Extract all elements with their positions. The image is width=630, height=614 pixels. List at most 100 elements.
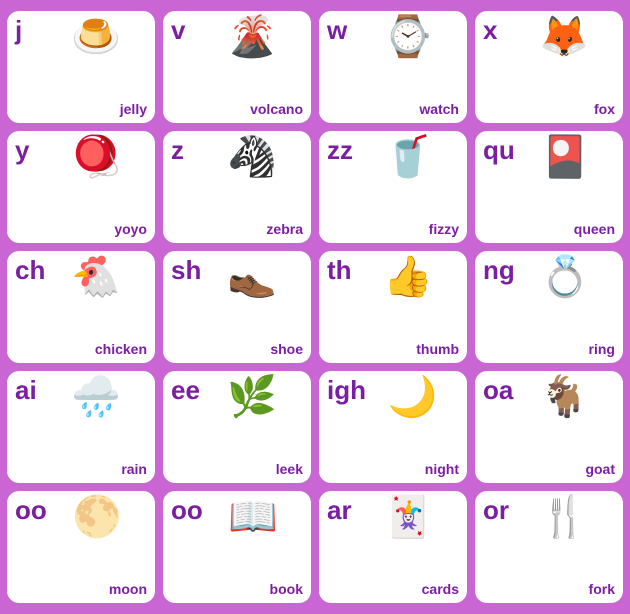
card-image: 🐔 <box>45 257 147 297</box>
card-letter: oa <box>483 377 513 403</box>
card-image: 🪀 <box>45 137 147 177</box>
card-qu: qu 🎴 queen <box>475 131 623 243</box>
card-ng: ng 💍 ring <box>475 251 623 363</box>
card-image: 🍮 <box>45 17 147 57</box>
card-letter: ch <box>15 257 45 283</box>
card-image: 👞 <box>201 257 303 297</box>
card-image: 🥤 <box>357 137 459 177</box>
card-letter: sh <box>171 257 201 283</box>
card-image: 🌿 <box>201 377 303 417</box>
card-top: th 👍 <box>327 257 459 341</box>
card-letter: x <box>483 17 513 43</box>
card-letter: ee <box>171 377 201 403</box>
card-image: 🦊 <box>513 17 615 57</box>
card-letter: y <box>15 137 45 163</box>
card-ai: ai 🌧️ rain <box>7 371 155 483</box>
card-letter: ai <box>15 377 45 403</box>
card-y: y 🪀 yoyo <box>7 131 155 243</box>
card-oa: oa 🐐 goat <box>475 371 623 483</box>
card-letter: v <box>171 17 201 43</box>
card-ch: ch 🐔 chicken <box>7 251 155 363</box>
card-letter: or <box>483 497 513 523</box>
card-top: or 🍴 <box>483 497 615 581</box>
card-top: x 🦊 <box>483 17 615 101</box>
card-letter: j <box>15 17 45 43</box>
card-word: shoe <box>270 341 303 359</box>
card-oo1: oo 🌕 moon <box>7 491 155 603</box>
card-top: ch 🐔 <box>15 257 147 341</box>
card-top: igh 🌙 <box>327 377 459 461</box>
card-word: goat <box>585 461 615 479</box>
card-w: w ⌚ watch <box>319 11 467 123</box>
card-v: v 🌋 volcano <box>163 11 311 123</box>
card-word: queen <box>574 221 615 239</box>
card-top: ar 🃏 <box>327 497 459 581</box>
phonics-grid: j 🍮 jelly v 🌋 volcano w ⌚ watch x 🦊 fox <box>0 3 630 611</box>
card-letter: oo <box>15 497 47 523</box>
card-top: qu 🎴 <box>483 137 615 221</box>
card-x: x 🦊 fox <box>475 11 623 123</box>
card-image: 🃏 <box>357 497 459 537</box>
card-image: 👍 <box>357 257 459 297</box>
card-letter: zz <box>327 137 357 163</box>
card-word: ring <box>589 341 615 359</box>
card-word: leek <box>276 461 303 479</box>
card-image: 🌙 <box>366 377 459 417</box>
card-letter: z <box>171 137 201 163</box>
card-top: y 🪀 <box>15 137 147 221</box>
card-word: fizzy <box>429 221 459 239</box>
card-word: night <box>425 461 459 479</box>
card-word: moon <box>109 581 147 599</box>
card-word: thumb <box>416 341 459 359</box>
card-top: ee 🌿 <box>171 377 303 461</box>
card-word: cards <box>422 581 459 599</box>
card-top: oo 📖 <box>171 497 303 581</box>
card-or: or 🍴 fork <box>475 491 623 603</box>
card-word: fork <box>589 581 615 599</box>
card-oo2: oo 📖 book <box>163 491 311 603</box>
card-word: book <box>270 581 303 599</box>
card-sh: sh 👞 shoe <box>163 251 311 363</box>
card-word: yoyo <box>114 221 147 239</box>
card-word: volcano <box>250 101 303 119</box>
card-top: ng 💍 <box>483 257 615 341</box>
card-image: 🌕 <box>47 497 147 537</box>
card-top: v 🌋 <box>171 17 303 101</box>
card-top: oa 🐐 <box>483 377 615 461</box>
card-word: watch <box>419 101 459 119</box>
card-igh: igh 🌙 night <box>319 371 467 483</box>
card-image: 🌋 <box>201 17 303 57</box>
card-letter: oo <box>171 497 203 523</box>
card-image: 💍 <box>515 257 615 297</box>
card-word: jelly <box>120 101 147 119</box>
card-zz: zz 🥤 fizzy <box>319 131 467 243</box>
card-letter: ng <box>483 257 515 283</box>
card-letter: igh <box>327 377 366 403</box>
card-image: 🎴 <box>515 137 615 177</box>
card-image: 🌧️ <box>45 377 147 417</box>
card-image: 🦓 <box>201 137 303 177</box>
card-top: ai 🌧️ <box>15 377 147 461</box>
card-word: zebra <box>266 221 303 239</box>
card-top: j 🍮 <box>15 17 147 101</box>
card-word: fox <box>594 101 615 119</box>
card-word: rain <box>121 461 147 479</box>
card-top: zz 🥤 <box>327 137 459 221</box>
card-top: z 🦓 <box>171 137 303 221</box>
card-image: ⌚ <box>357 17 459 57</box>
card-image: 🍴 <box>513 497 615 537</box>
card-th: th 👍 thumb <box>319 251 467 363</box>
card-ar: ar 🃏 cards <box>319 491 467 603</box>
card-letter: ar <box>327 497 357 523</box>
card-z: z 🦓 zebra <box>163 131 311 243</box>
card-letter: w <box>327 17 357 43</box>
card-letter: th <box>327 257 357 283</box>
card-word: chicken <box>95 341 147 359</box>
card-top: oo 🌕 <box>15 497 147 581</box>
card-top: sh 👞 <box>171 257 303 341</box>
card-letter: qu <box>483 137 515 163</box>
card-j: j 🍮 jelly <box>7 11 155 123</box>
card-ee: ee 🌿 leek <box>163 371 311 483</box>
card-image: 🐐 <box>513 377 615 417</box>
card-top: w ⌚ <box>327 17 459 101</box>
